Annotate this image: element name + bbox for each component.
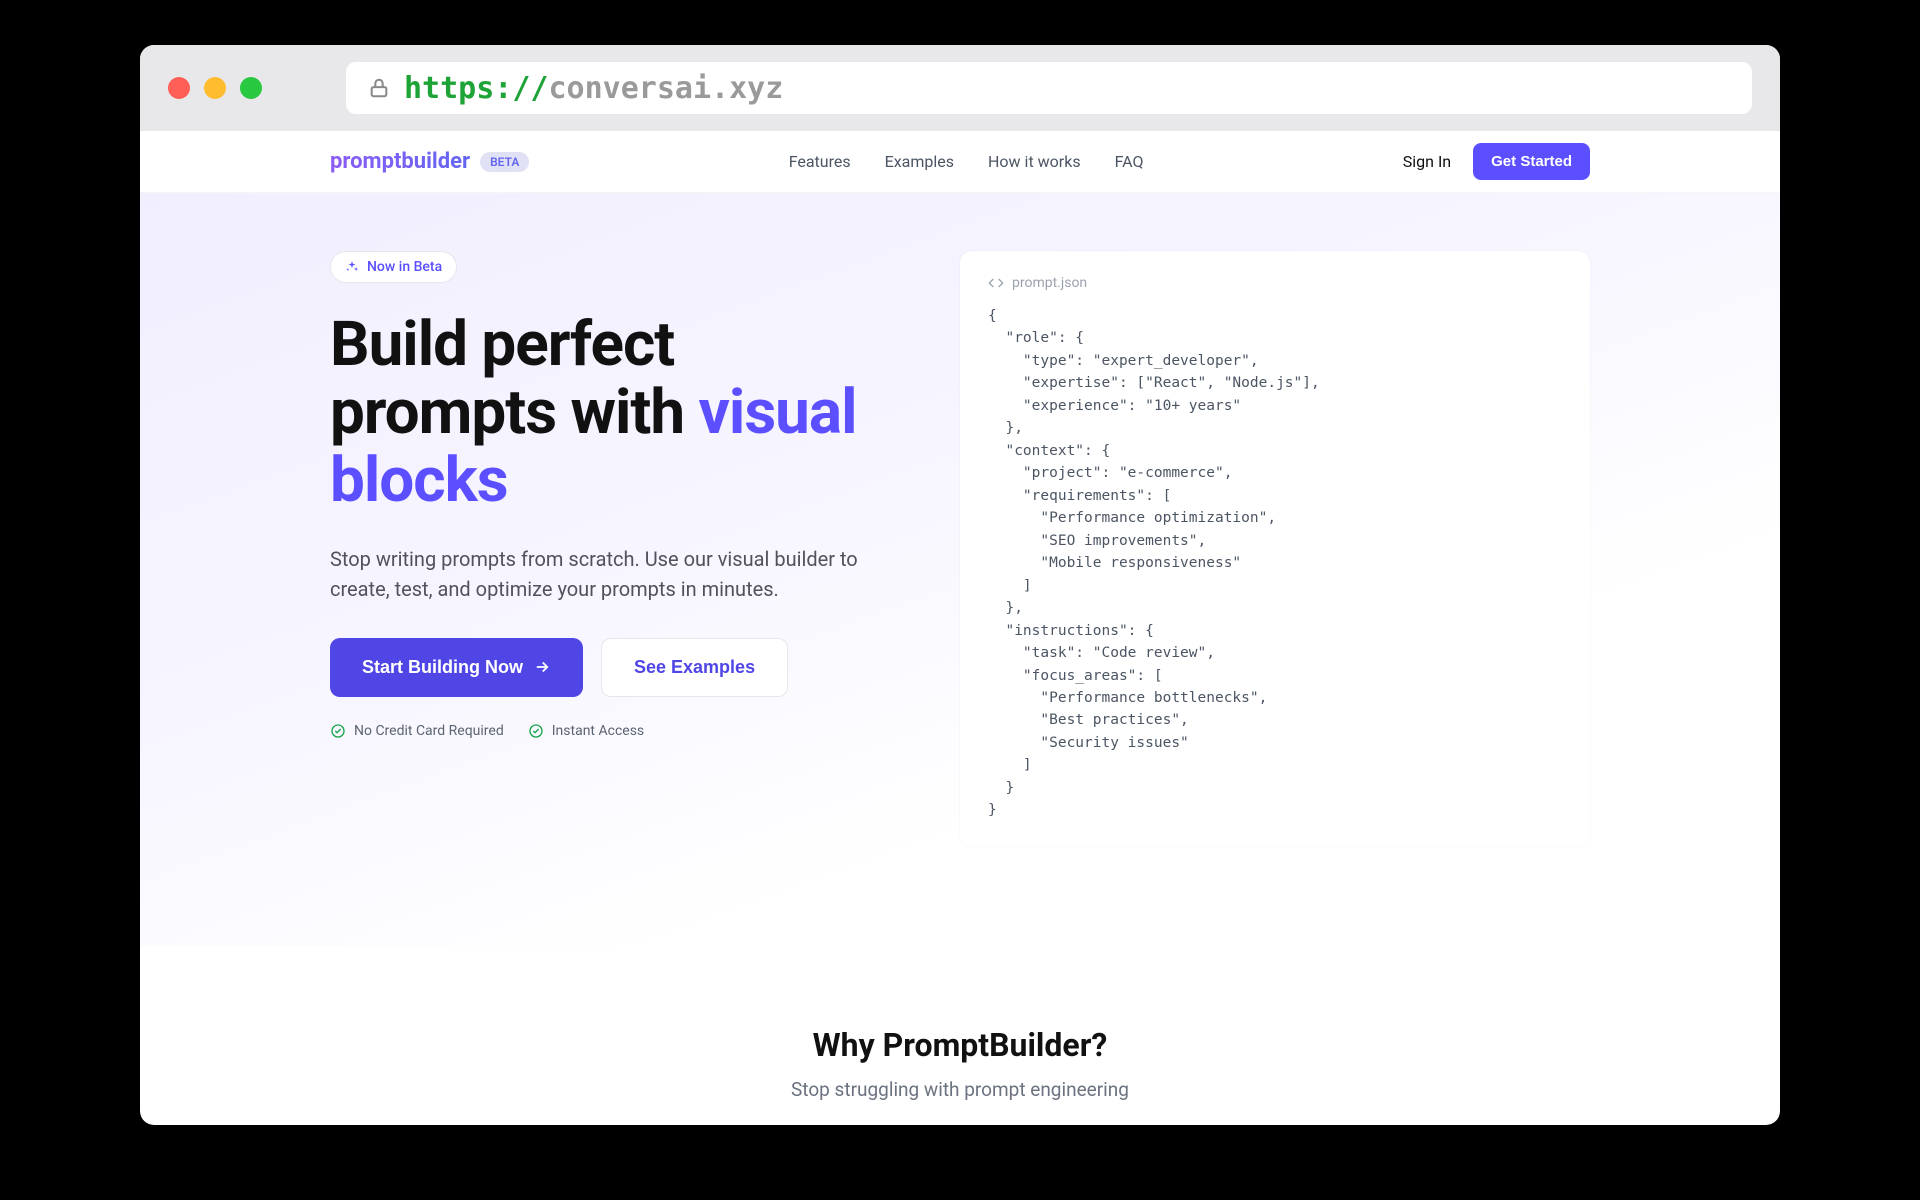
hero-left: Now in Beta Build perfect prompts with v…: [330, 251, 900, 846]
code-card: prompt.json { "role": { "type": "expert_…: [960, 251, 1590, 846]
nav-right: Sign In Get Started: [1403, 143, 1590, 180]
code-body: { "role": { "type": "expert_developer", …: [988, 305, 1562, 822]
browser-chrome: https://conversai.xyz: [140, 45, 1780, 131]
arrow-right-icon: [533, 658, 551, 676]
page-content: promptbuilder BETA Features Examples How…: [140, 131, 1780, 1125]
hero-right: prompt.json { "role": { "type": "expert_…: [960, 251, 1590, 846]
check-circle-icon: [330, 723, 346, 739]
hero-title: Build perfect prompts with visual blocks: [330, 311, 900, 516]
nav-link-faq[interactable]: FAQ: [1115, 152, 1144, 171]
nav-links: Features Examples How it works FAQ: [789, 152, 1144, 171]
close-window-button[interactable]: [168, 77, 190, 99]
meta-no-credit-card: No Credit Card Required: [330, 723, 504, 739]
start-building-button[interactable]: Start Building Now: [330, 638, 583, 697]
traffic-lights: [168, 77, 262, 99]
hero-meta: No Credit Card Required Instant Access: [330, 723, 900, 739]
code-header: prompt.json: [988, 275, 1562, 291]
meta-instant-access: Instant Access: [528, 723, 644, 739]
signin-link[interactable]: Sign In: [1403, 152, 1451, 171]
browser-window: https://conversai.xyz promptbuilder BETA…: [140, 45, 1780, 1125]
maximize-window-button[interactable]: [240, 77, 262, 99]
lock-icon: [368, 77, 390, 99]
features-subtitle: Stop struggling with prompt engineering: [330, 1078, 1590, 1101]
features-section: Why PromptBuilder? Stop struggling with …: [140, 946, 1780, 1125]
get-started-button[interactable]: Get Started: [1473, 143, 1590, 180]
logo[interactable]: promptbuilder: [330, 149, 470, 174]
check-circle-icon: [528, 723, 544, 739]
url-bar[interactable]: https://conversai.xyz: [346, 62, 1752, 114]
minimize-window-button[interactable]: [204, 77, 226, 99]
navbar: promptbuilder BETA Features Examples How…: [140, 131, 1780, 193]
sparkles-icon: [345, 260, 359, 274]
beta-pill: Now in Beta: [330, 251, 457, 283]
beta-badge: BETA: [480, 152, 529, 172]
beta-pill-label: Now in Beta: [367, 259, 442, 275]
hero-ctas: Start Building Now See Examples: [330, 638, 900, 697]
hero-section: Now in Beta Build perfect prompts with v…: [140, 193, 1780, 946]
see-examples-button[interactable]: See Examples: [601, 638, 788, 697]
code-icon: [988, 275, 1004, 291]
hero-subtitle: Stop writing prompts from scratch. Use o…: [330, 544, 900, 604]
nav-link-features[interactable]: Features: [789, 152, 851, 171]
nav-link-how-it-works[interactable]: How it works: [988, 152, 1081, 171]
code-filename: prompt.json: [1012, 275, 1087, 291]
nav-link-examples[interactable]: Examples: [885, 152, 954, 171]
features-title: Why PromptBuilder?: [330, 1026, 1590, 1064]
url-text: https://conversai.xyz: [404, 71, 783, 106]
